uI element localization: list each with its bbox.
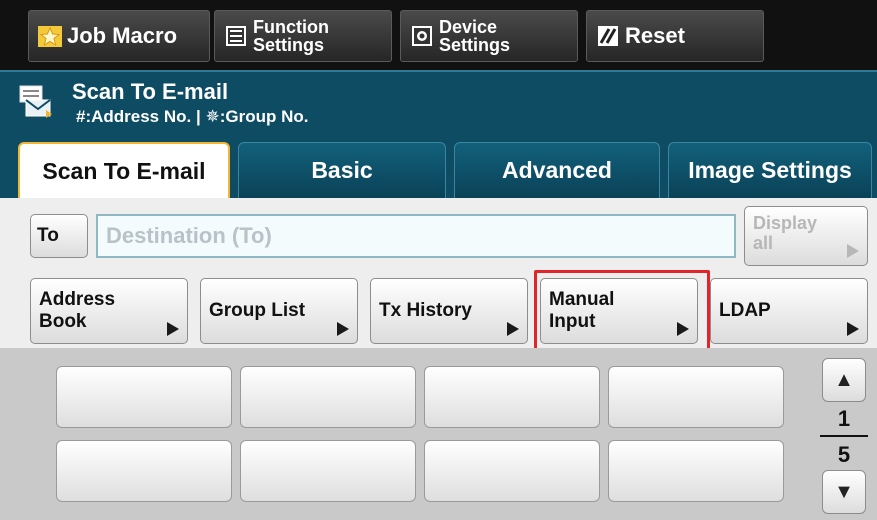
page-divider (820, 435, 868, 437)
address-book-line2: Book (39, 311, 87, 332)
arrow-right-icon (167, 322, 179, 336)
to-button[interactable]: To (30, 214, 88, 258)
arrow-right-icon (847, 322, 859, 336)
address-book-button[interactable]: Address Book (30, 278, 188, 344)
tab-basic[interactable]: Basic (238, 142, 446, 198)
tab-scan-to-email[interactable]: Scan To E-mail (18, 142, 230, 198)
screen-header: Scan To E-mail #:Address No. | ✵:Group N… (0, 70, 877, 134)
destination-slot[interactable] (424, 440, 600, 502)
destination-field[interactable]: Destination (To) (96, 214, 736, 258)
arrow-right-icon (507, 322, 519, 336)
display-all-line1: Display (753, 213, 818, 233)
page-total: 5 (837, 442, 851, 467)
scan-to-email-icon (19, 85, 52, 118)
reset-label: Reset (625, 23, 685, 48)
manual-input-highlight (534, 270, 710, 352)
page-title: Scan To E-mail (72, 79, 229, 104)
reset-button[interactable]: Reset (586, 10, 764, 62)
display-all-line2: all (753, 233, 774, 253)
tx-history-button[interactable]: Tx History (370, 278, 528, 344)
device-settings-label: Device Settings (439, 18, 510, 54)
page-current: 1 (837, 406, 851, 431)
top-toolbar: Job Macro Function Settings Device Setti… (0, 0, 877, 70)
function-settings-line2: Settings (253, 35, 325, 55)
ldap-button[interactable]: LDAP (710, 278, 868, 344)
job-macro-button[interactable]: Job Macro (28, 10, 210, 62)
tx-history-label: Tx History (379, 300, 472, 321)
device-icon (409, 23, 435, 49)
function-settings-line1: Function (253, 17, 329, 37)
destination-slot[interactable] (424, 366, 600, 428)
destination-slot[interactable] (56, 440, 232, 502)
tab-image-settings[interactable]: Image Settings (668, 142, 872, 198)
tab-bar: Scan To E-mail Basic Advanced Image Sett… (0, 134, 877, 198)
triangle-up-icon: ▲ (834, 368, 854, 391)
job-macro-label: Job Macro (67, 23, 178, 48)
destination-slot[interactable] (608, 440, 784, 502)
device-settings-line2: Settings (439, 35, 511, 55)
display-all-button[interactable]: Display all (744, 206, 868, 266)
device-settings-button[interactable]: Device Settings (400, 10, 578, 62)
destination-panel: To Destination (To) Display all Address … (0, 198, 877, 348)
reset-icon (595, 23, 621, 49)
list-icon (223, 23, 249, 49)
device-settings-line1: Device (439, 17, 498, 37)
destination-slot[interactable] (608, 366, 784, 428)
function-settings-label: Function Settings (253, 18, 329, 54)
address-book-line1: Address (39, 289, 116, 310)
destination-slot[interactable] (56, 366, 232, 428)
triangle-down-icon: ▼ (834, 480, 854, 503)
group-list-button[interactable]: Group List (200, 278, 358, 344)
ldap-label: LDAP (719, 300, 771, 321)
destination-list-grid (0, 348, 877, 520)
destination-slot[interactable] (240, 366, 416, 428)
tab-advanced[interactable]: Advanced (454, 142, 660, 198)
star-icon (37, 23, 63, 49)
page-subtitle: #:Address No. | ✵:Group No. (76, 107, 309, 126)
scroll-down-button[interactable]: ▼ (822, 470, 866, 514)
arrow-right-icon (847, 244, 859, 258)
destination-slot[interactable] (240, 440, 416, 502)
scroll-up-button[interactable]: ▲ (822, 358, 866, 402)
function-settings-button[interactable]: Function Settings (214, 10, 392, 62)
arrow-right-icon (337, 322, 349, 336)
screen: Job Macro Function Settings Device Setti… (0, 0, 877, 520)
group-list-label: Group List (209, 300, 306, 321)
